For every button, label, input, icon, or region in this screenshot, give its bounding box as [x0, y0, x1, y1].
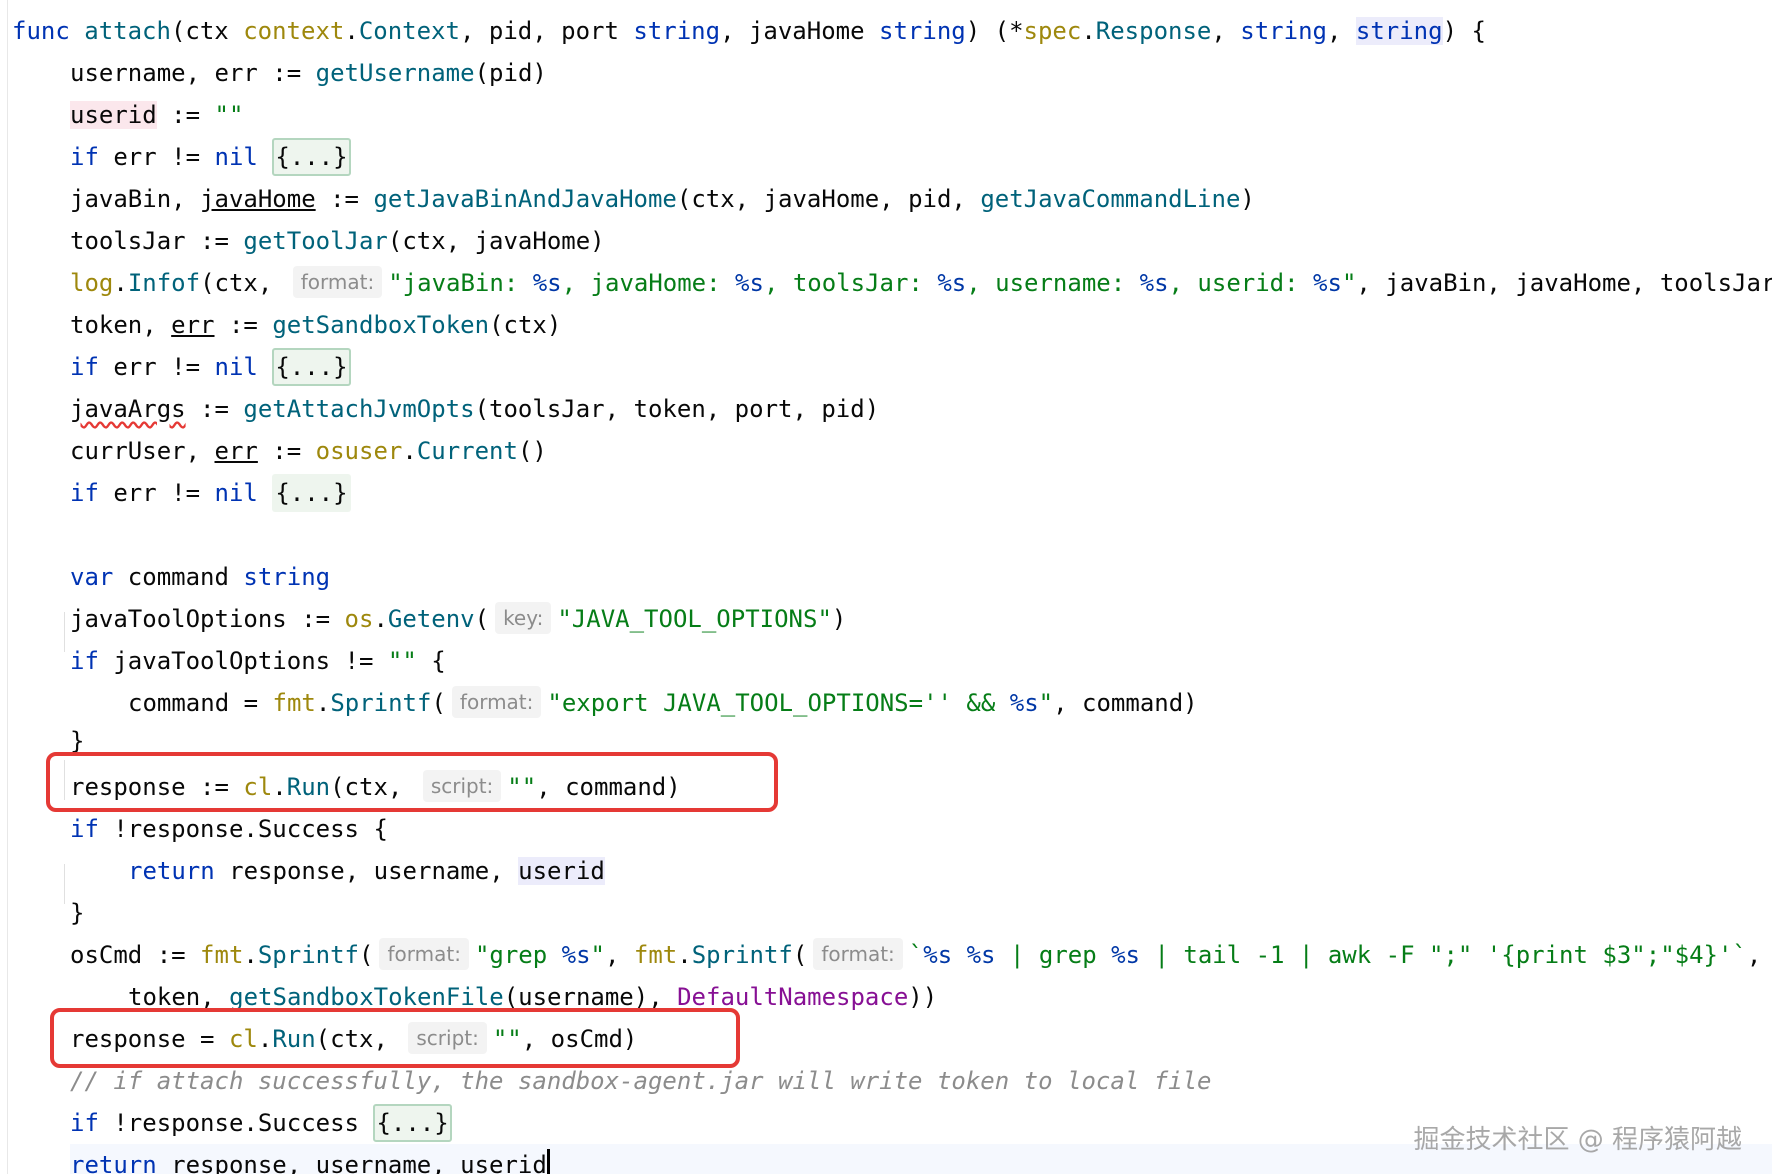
highlight-box-run-command [46, 752, 778, 812]
code-line-12[interactable]: if err != nil {...} [70, 472, 351, 514]
param-hint: format: [813, 938, 903, 970]
param-hint: format: [292, 266, 383, 298]
code-line-6[interactable]: toolsJar := getToolJar(ctx, javaHome) [70, 220, 605, 262]
code-line-22[interactable]: } [70, 892, 84, 934]
param-hint: format: [379, 938, 469, 970]
code-line-17[interactable]: command = fmt.Sprintf(format: "export JAV… [128, 682, 1198, 724]
highlight-box-run-oscmd [50, 1008, 740, 1068]
code-line-15[interactable]: javaToolOptions := os.Getenv(key: "JAVA_T… [70, 598, 846, 640]
code-line-14[interactable]: var command string [70, 556, 330, 598]
folded-block[interactable]: {...} [272, 348, 351, 386]
text-caret [546, 1149, 550, 1174]
code-line-27[interactable]: if !response.Success {...} [70, 1102, 452, 1144]
code-line-3[interactable]: userid := "" [70, 94, 243, 136]
code-line-5[interactable]: javaBin, javaHome := getJavaBinAndJavaHo… [70, 178, 1255, 220]
code-line-10[interactable]: javaArgs := getAttachJvmOpts(toolsJar, t… [70, 388, 879, 430]
code-editor[interactable]: func attach(ctx context.Context, pid, po… [0, 0, 1772, 1174]
param-hint: key: [495, 602, 552, 634]
code-line-20[interactable]: if !response.Success { [70, 808, 388, 850]
folded-block[interactable]: {...} [373, 1104, 452, 1142]
indent-guide [64, 612, 65, 652]
gutter-divider [7, 0, 8, 1174]
code-line-2[interactable]: username, err := getUsername(pid) [70, 52, 547, 94]
code-line-11[interactable]: currUser, err := osuser.Current() [70, 430, 547, 472]
code-line-8[interactable]: token, err := getSandboxToken(ctx) [70, 304, 561, 346]
param-hint: format: [451, 686, 542, 718]
code-line-9[interactable]: if err != nil {...} [70, 346, 351, 388]
code-line-7[interactable]: log.Infof(ctx, format: "javaBin: %s, java… [70, 262, 1772, 304]
watermark: 掘金技术社区 @ 程序猿阿越 [1413, 1125, 1742, 1155]
folded-block[interactable]: {...} [272, 138, 351, 176]
code-line-23[interactable]: osCmd := fmt.Sprintf(format: "grep %s", f… [70, 934, 1761, 976]
indent-guide [64, 864, 65, 904]
code-line-16[interactable]: if javaToolOptions != "" { [70, 640, 446, 682]
code-line-1[interactable]: func attach(ctx context.Context, pid, po… [12, 10, 1486, 52]
code-line-21[interactable]: return response, username, userid [128, 850, 605, 892]
code-line-4[interactable]: if err != nil {...} [70, 136, 351, 178]
folded-block[interactable]: {...} [272, 474, 351, 512]
